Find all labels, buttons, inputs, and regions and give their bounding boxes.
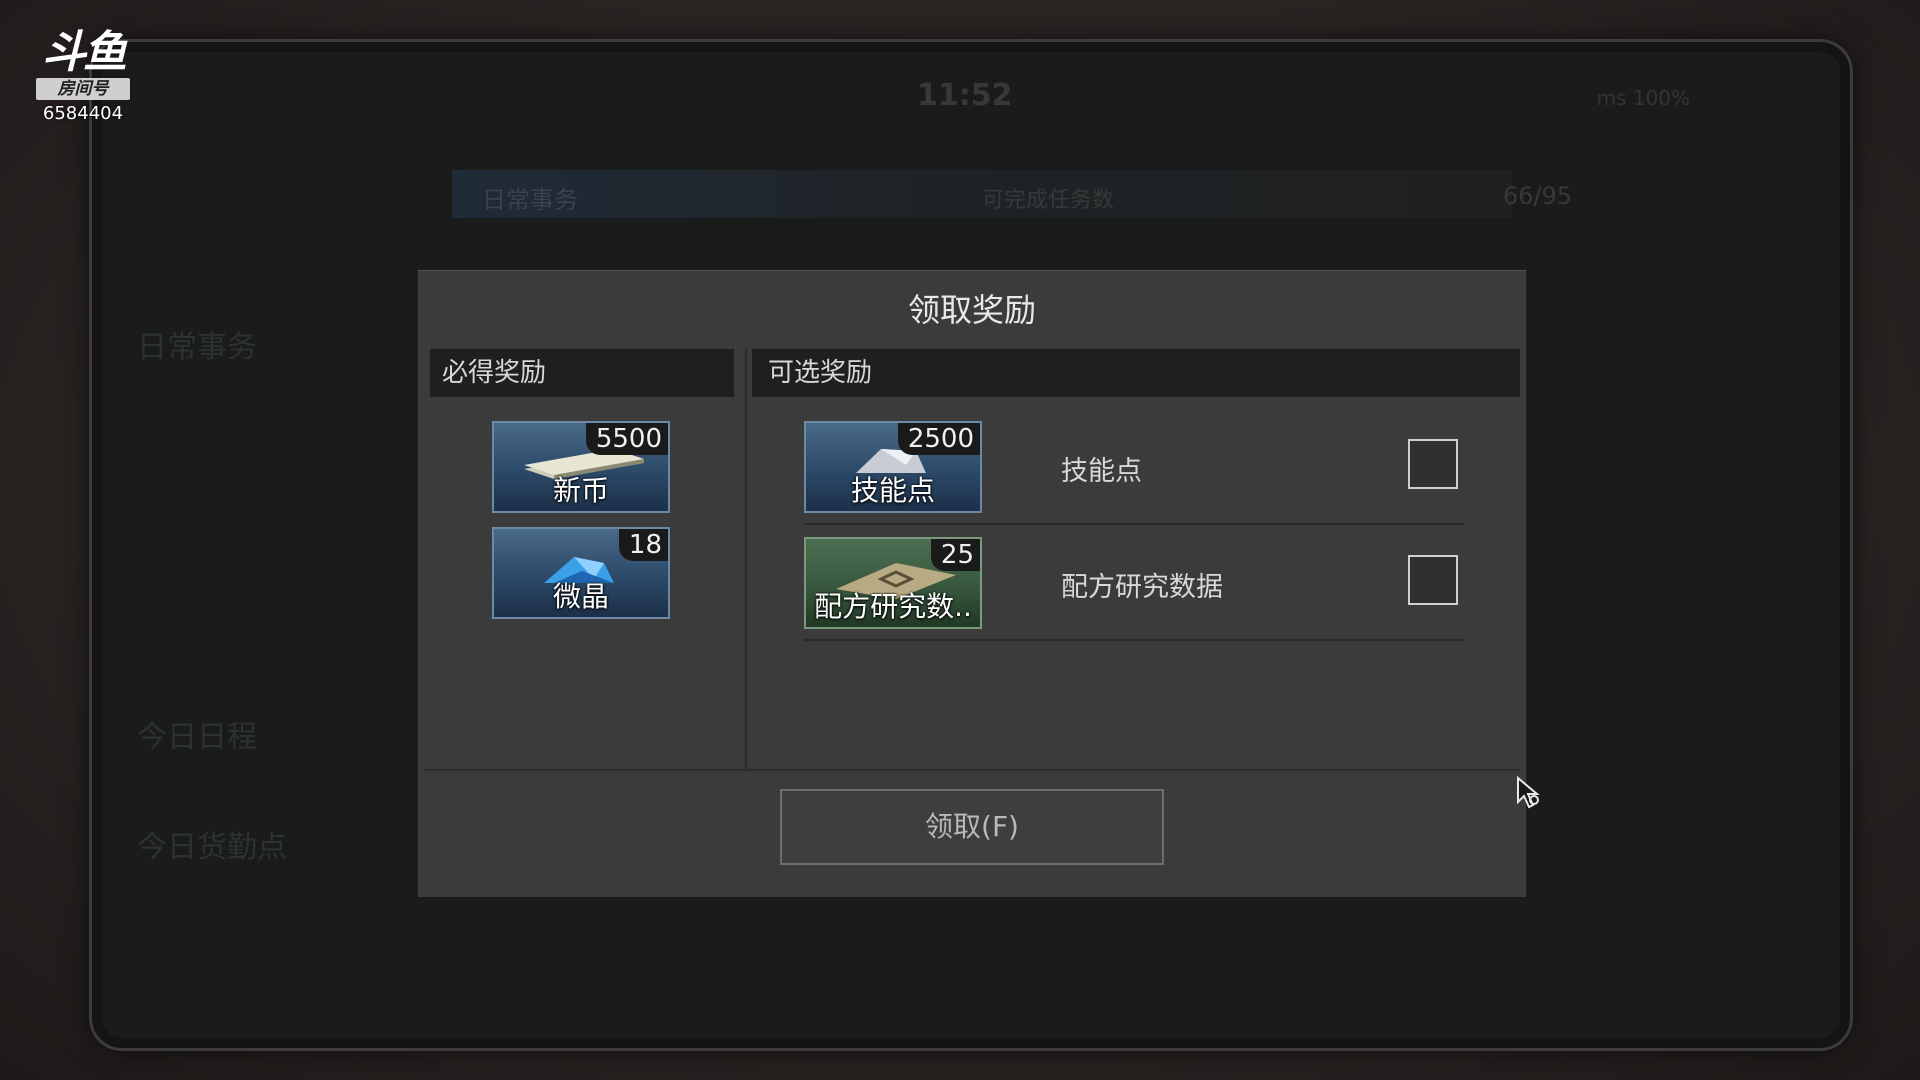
reward-qty: 5500: [585, 423, 668, 455]
required-rewards-header: 必得奖励: [430, 349, 734, 397]
claim-reward-dialog: 领取奖励 必得奖励 可选奖励 5500 新币 18 微晶 2500 技能点 技能…: [418, 270, 1526, 897]
checkbox-recipe-data[interactable]: [1408, 555, 1458, 605]
reward-item-recipe-data[interactable]: 25 配方研究数..: [804, 537, 982, 629]
reward-name: 配方研究数..: [814, 590, 972, 623]
reward-name: 新币: [552, 474, 609, 507]
streaming-watermark: 斗鱼 房间号 6584404: [30, 30, 136, 124]
mouse-cursor-icon: [1517, 776, 1540, 809]
footer-divider: [424, 769, 1520, 771]
reward-qty: 25: [930, 539, 980, 571]
reward-qty: 18: [618, 529, 668, 561]
claim-button[interactable]: 领取(F): [780, 789, 1164, 865]
dialog-title: 领取奖励: [907, 291, 1036, 329]
option-label-skill-points: 技能点: [1061, 456, 1142, 487]
reward-item-xinbi[interactable]: 5500 新币: [492, 421, 670, 513]
optional-rewards-header: 可选奖励: [752, 349, 1520, 397]
checkbox-skill-points[interactable]: [1408, 439, 1458, 489]
douyu-logo: 斗鱼: [42, 27, 127, 78]
row-separator: [804, 639, 1464, 641]
row-separator: [804, 523, 1464, 525]
reward-item-weijing[interactable]: 18 微晶: [492, 527, 670, 619]
reward-item-skill-points[interactable]: 2500 技能点: [804, 421, 982, 513]
room-number: 6584404: [42, 103, 124, 124]
room-tag: 房间号: [36, 78, 130, 100]
reward-name: 微晶: [552, 580, 609, 613]
reward-qty: 2500: [897, 423, 980, 455]
panel-divider: [745, 349, 747, 769]
option-label-recipe-data: 配方研究数据: [1061, 572, 1223, 603]
reward-name: 技能点: [850, 474, 935, 507]
